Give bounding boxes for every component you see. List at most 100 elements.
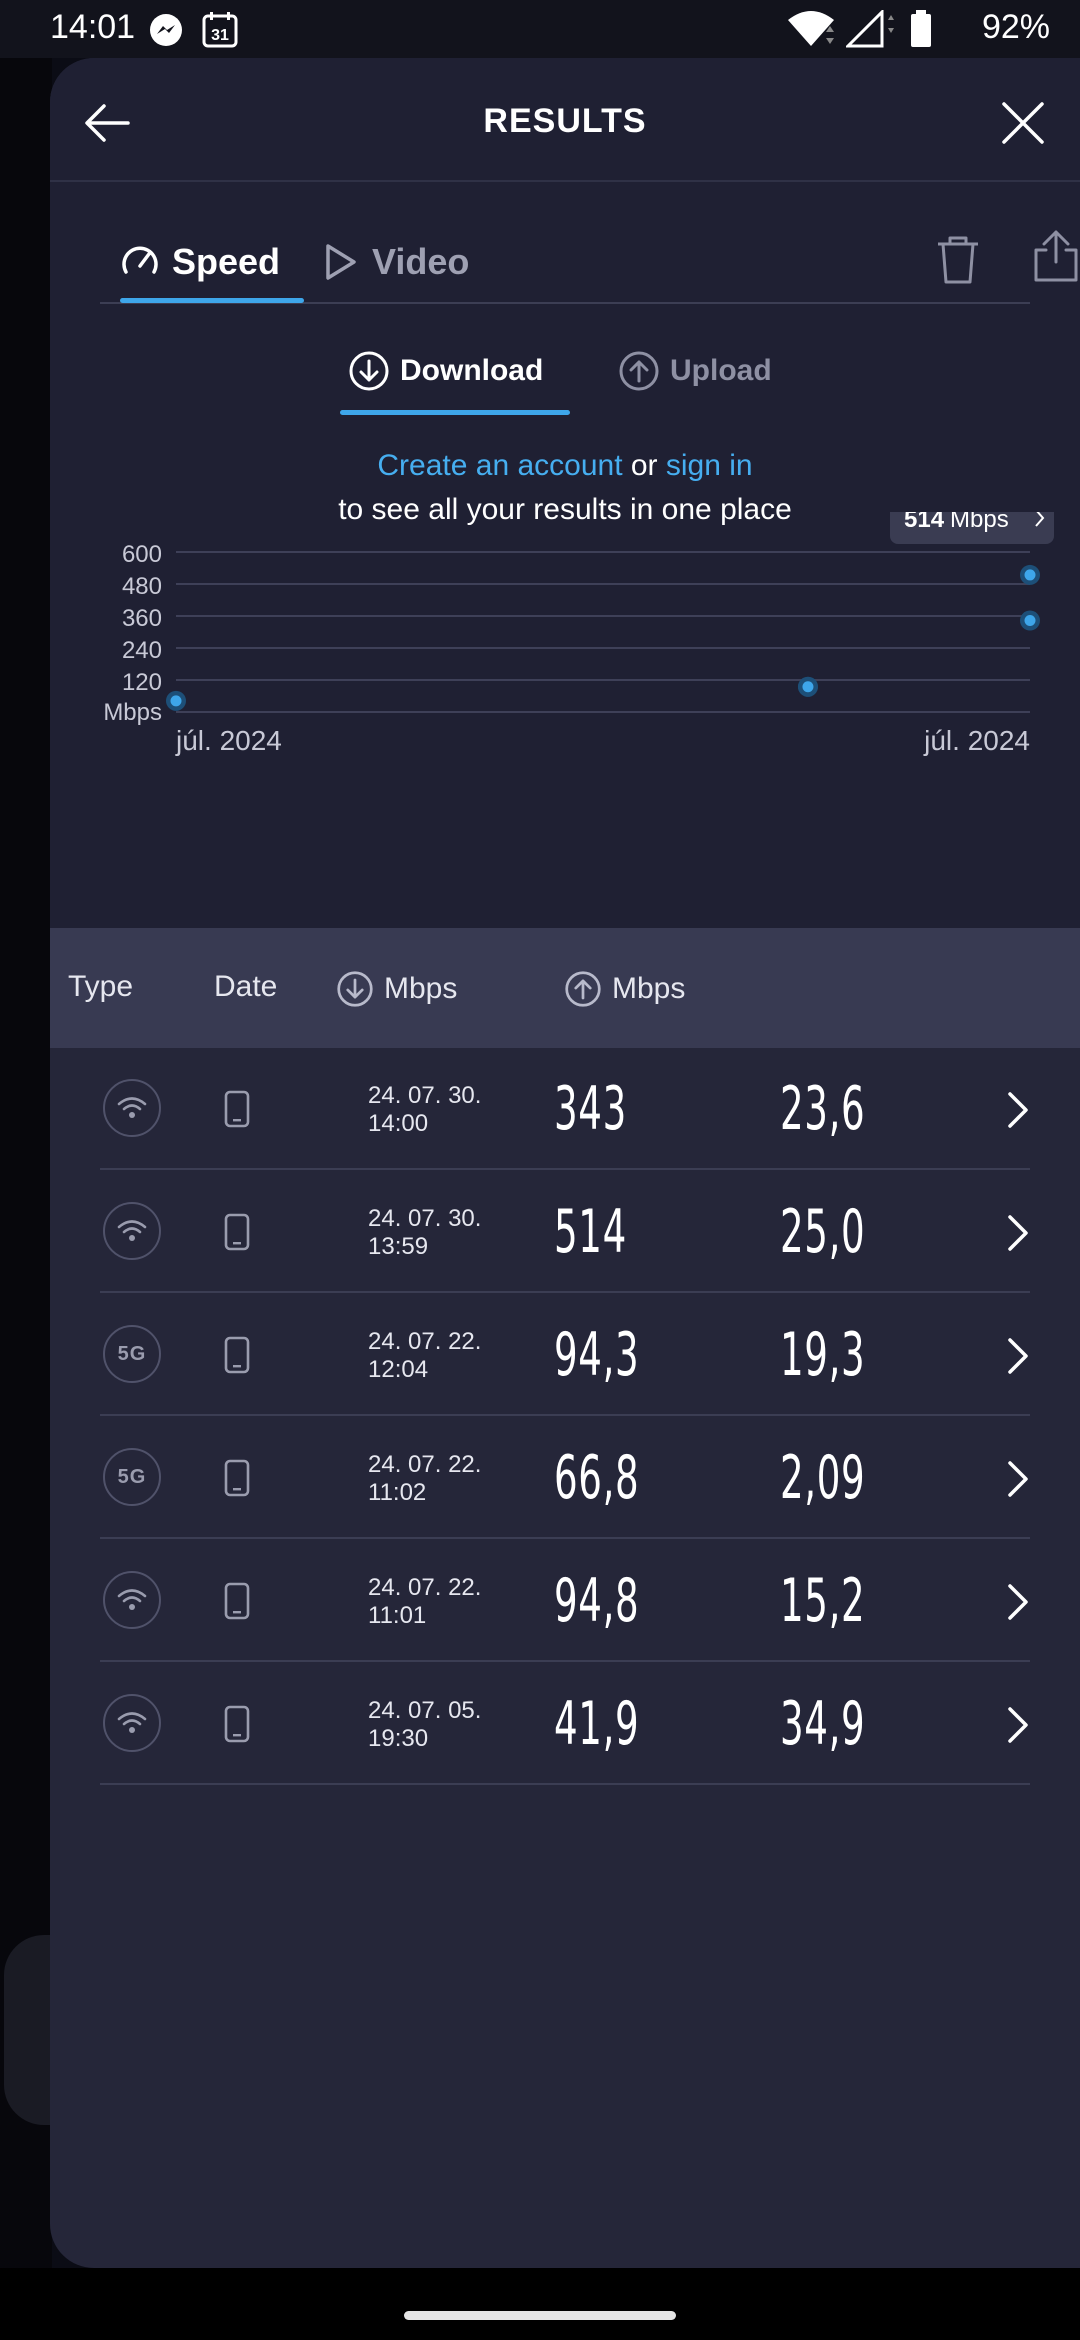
row-date-time: 12:04 (368, 1356, 429, 1383)
download-circle-icon (349, 351, 389, 391)
direction-tabs: Download Upload (50, 342, 1080, 422)
chart-point (802, 681, 814, 693)
result-row[interactable]: 24. 07. 22. 11:01 94,8 15,2 (100, 1540, 1030, 1662)
header-upload: Mbps (564, 970, 685, 1008)
battery-percent: 92% (981, 8, 1050, 46)
wifi-type-badge (103, 1694, 161, 1752)
chevron-right-icon[interactable] (1006, 1090, 1030, 1135)
phone-icon (224, 1582, 250, 1625)
row-upload-value: 25,0 (780, 1197, 866, 1267)
chart-y-tick-label: 600 (122, 541, 162, 568)
row-date: 24. 07. 30. 14:00 (368, 1082, 481, 1138)
chart-point (170, 695, 182, 707)
sign-in-link[interactable]: sign in (666, 449, 753, 482)
phone-icon (224, 1213, 250, 1256)
delete-button[interactable] (930, 232, 986, 288)
create-account-link[interactable]: Create an account (377, 449, 622, 482)
row-upload-value: 15,2 (780, 1566, 866, 1636)
status-bar: 14:01 31 92% (0, 0, 1080, 58)
wifi-icon (117, 1220, 147, 1241)
row-date-day: 24. 07. 22. (368, 1574, 482, 1601)
result-row[interactable]: 5G 24. 07. 22. 11:02 66,8 2,09 (100, 1417, 1030, 1539)
row-upload-value: 23,6 (780, 1074, 866, 1144)
chart-x-label-end: júl. 2024 (923, 725, 1030, 756)
row-date-time: 11:02 (368, 1479, 427, 1506)
row-date-day: 24. 07. 30. (368, 1205, 482, 1232)
row-download-value: 94,3 (554, 1320, 640, 1390)
chart-y-tick-label: 360 (122, 605, 162, 632)
chevron-right-icon[interactable] (1006, 1582, 1030, 1627)
wifi-type-badge (103, 1079, 161, 1137)
header-type: Type (68, 970, 134, 1003)
status-time: 14:01 (50, 8, 136, 46)
chevron-right-icon[interactable] (1006, 1336, 1030, 1381)
tab-upload-label: Upload (670, 354, 772, 387)
result-row[interactable]: 24. 07. 30. 14:00 343 23,6 (100, 1048, 1030, 1170)
chevron-right-icon[interactable] (1006, 1705, 1030, 1750)
row-date: 24. 07. 22. 11:02 (368, 1451, 481, 1507)
background-card (4, 1935, 52, 2125)
tab-upload[interactable]: Upload (618, 350, 772, 392)
close-button[interactable] (996, 96, 1050, 150)
result-type-tabs: Speed Video (100, 210, 1078, 304)
wifi-icon (117, 1712, 147, 1733)
wifi-type-badge (103, 1202, 161, 1260)
tab-speed-label: Speed (172, 241, 281, 282)
row-upload-value: 19,3 (780, 1320, 866, 1390)
table-header: Type Date Mbps Mbps (50, 928, 1080, 1048)
row-date: 24. 07. 05. 19:30 (368, 1697, 481, 1753)
chart-tooltip-value: 514 (904, 512, 945, 533)
result-row[interactable]: 24. 07. 30. 13:59 514 25,0 (100, 1171, 1030, 1293)
phone-icon (224, 1459, 250, 1502)
row-date-day: 24. 07. 05. (368, 1697, 482, 1724)
tab-download[interactable]: Download (348, 350, 543, 392)
tab-speed[interactable]: Speed (120, 232, 280, 292)
row-date-day: 24. 07. 22. (368, 1451, 482, 1478)
upload-circle-icon (565, 971, 601, 1007)
tab-active-indicator (120, 298, 304, 303)
chart-y-tick-label: 240 (122, 637, 162, 664)
promo-or-text: or (622, 449, 666, 482)
row-download-value: 41,9 (554, 1689, 640, 1759)
results-header: RESULTS (50, 58, 1080, 182)
chart-point (1024, 615, 1036, 627)
page-title: RESULTS (483, 102, 647, 140)
row-date-day: 24. 07. 30. (368, 1082, 482, 1109)
tab-video[interactable]: Video (320, 232, 469, 292)
row-download-value: 514 (554, 1197, 627, 1267)
speedometer-icon (122, 246, 158, 274)
results-sheet: RESULTS Speed Video Download Upload Crea… (50, 58, 1080, 2268)
chart-y-unit-label: Mbps (103, 699, 162, 726)
play-icon (326, 244, 356, 280)
results-top-area: Speed Video Download Upload Create an ac… (50, 182, 1080, 928)
row-date-time: 11:01 (368, 1602, 427, 1629)
row-upload-value: 2,09 (780, 1443, 866, 1513)
chevron-right-icon[interactable] (1006, 1213, 1030, 1258)
wifi-type-badge (103, 1571, 161, 1629)
home-gesture-handle[interactable] (404, 2311, 676, 2320)
chevron-right-icon[interactable] (1006, 1459, 1030, 1504)
result-row[interactable]: 5G 24. 07. 22. 12:04 94,3 19,3 (100, 1294, 1030, 1416)
subtab-active-indicator (340, 410, 570, 415)
row-download-value: 94,8 (554, 1566, 640, 1636)
row-date-time: 13:59 (368, 1233, 429, 1260)
close-icon (1002, 102, 1044, 144)
battery-icon (910, 10, 932, 53)
chart-y-tick-label: 480 (122, 573, 162, 600)
row-date: 24. 07. 22. 12:04 (368, 1328, 481, 1384)
wifi-status-icon (786, 10, 836, 53)
calendar-day: 31 (211, 27, 229, 44)
tab-download-label: Download (400, 354, 544, 387)
share-icon (1034, 230, 1078, 282)
chart-tooltip-text[interactable]: 514 Mbps (904, 512, 1009, 533)
tab-video-label: Video (372, 241, 470, 282)
connection-5g-label: 5G (117, 1465, 147, 1488)
result-row[interactable]: 24. 07. 05. 19:30 41,9 34,9 (100, 1663, 1030, 1785)
header-upload-label: Mbps (612, 972, 686, 1005)
row-date-time: 19:30 (368, 1725, 429, 1752)
row-download-value: 66,8 (554, 1443, 640, 1513)
calendar-icon: 31 (200, 10, 240, 55)
share-button[interactable] (1028, 228, 1080, 284)
header-download: Mbps (336, 970, 457, 1008)
download-circle-icon (337, 971, 373, 1007)
